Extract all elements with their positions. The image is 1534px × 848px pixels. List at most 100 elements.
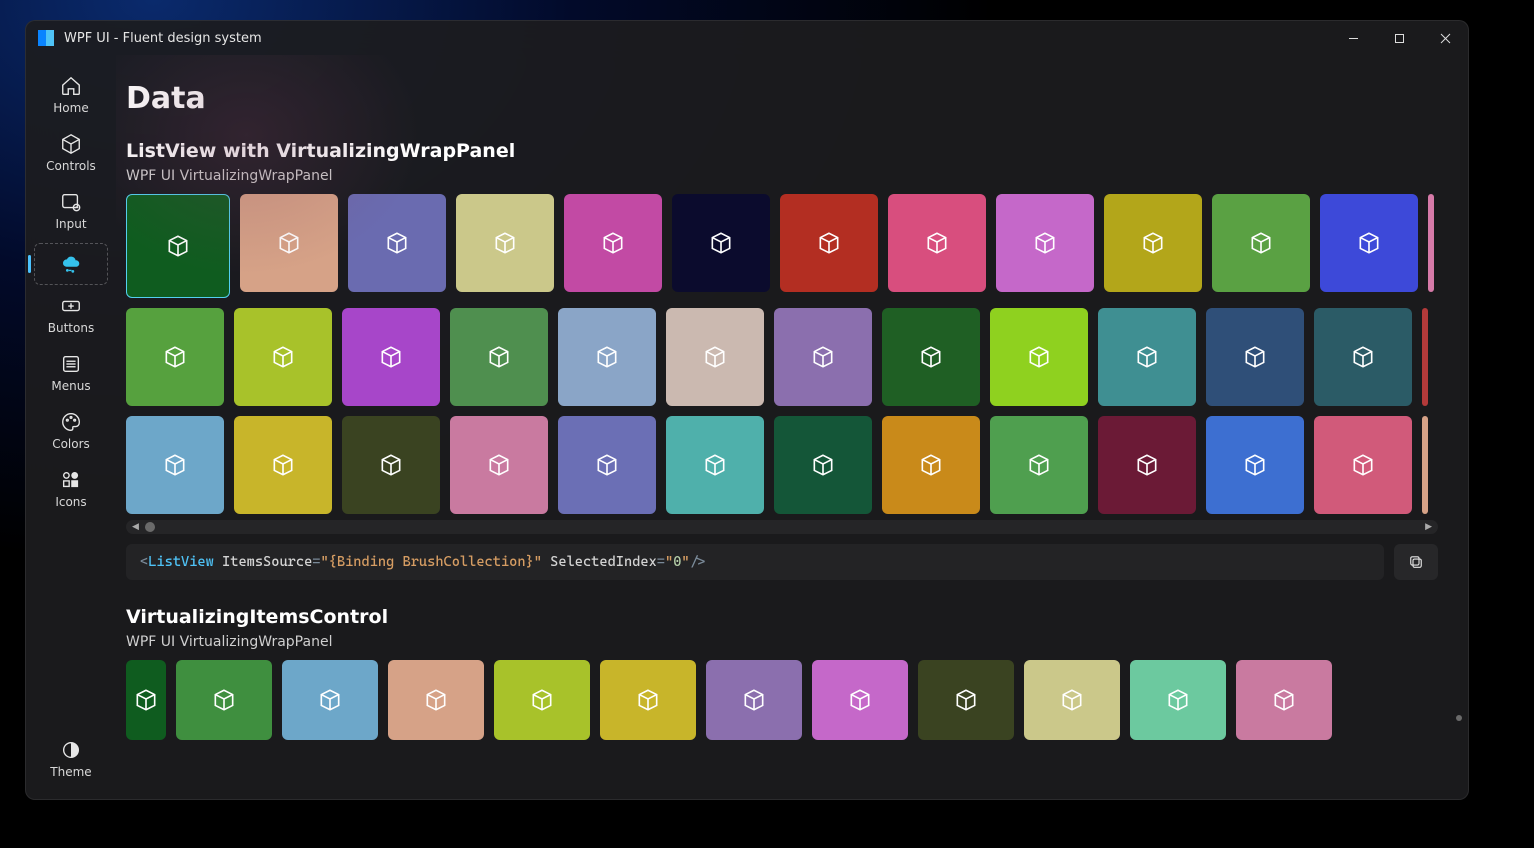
palette-icon (60, 411, 82, 433)
swatch-item[interactable] (706, 660, 802, 740)
swatch-item[interactable] (1314, 308, 1412, 406)
scroll-thumb[interactable] (145, 522, 155, 532)
sidebar-item-controls[interactable]: Controls (34, 127, 108, 181)
input-icon (60, 191, 82, 213)
swatch-item[interactable] (882, 308, 980, 406)
swatch-item[interactable] (450, 416, 548, 514)
swatch-item[interactable] (348, 194, 446, 292)
swatch-item[interactable] (666, 308, 764, 406)
swatch-item[interactable] (1212, 194, 1310, 292)
swatch-item[interactable] (450, 308, 548, 406)
sidebar-item-label: Menus (51, 379, 90, 393)
swatch-item[interactable] (1130, 660, 1226, 740)
sidebar-item-label: Icons (55, 495, 86, 509)
swatch-item[interactable] (812, 660, 908, 740)
cube-icon (60, 133, 82, 155)
swatch-item[interactable] (1422, 416, 1428, 514)
sidebar-item-buttons[interactable]: Buttons (34, 289, 108, 343)
swatch-item[interactable] (1422, 308, 1428, 406)
swatch-item[interactable] (558, 308, 656, 406)
sidebar-item-menus[interactable]: Menus (34, 347, 108, 401)
app-window: WPF UI - Fluent design system Home (25, 20, 1469, 800)
swatch-item[interactable] (1104, 194, 1202, 292)
swatch-item[interactable] (126, 194, 230, 298)
swatch-item[interactable] (564, 194, 662, 292)
sidebar-item-home[interactable]: Home (34, 69, 108, 123)
swatch-item[interactable] (388, 660, 484, 740)
swatch-item[interactable] (666, 416, 764, 514)
swatch-item[interactable] (456, 194, 554, 292)
home-icon (60, 75, 82, 97)
horizontal-scrollbar[interactable]: ◀ ▶ (126, 520, 1438, 534)
swatch-item[interactable] (234, 308, 332, 406)
sidebar-item-data[interactable] (34, 243, 108, 285)
titlebar[interactable]: WPF UI - Fluent design system (26, 21, 1468, 55)
swatch-item[interactable] (600, 660, 696, 740)
swatch-item[interactable] (1206, 308, 1304, 406)
swatch-item[interactable] (494, 660, 590, 740)
listview-swatch-grid[interactable] (126, 194, 1438, 514)
sidebar-item-label: Theme (50, 765, 91, 779)
swatch-item[interactable] (126, 416, 224, 514)
swatch-item[interactable] (774, 416, 872, 514)
swatch-item[interactable] (990, 308, 1088, 406)
swatch-item[interactable] (780, 194, 878, 292)
sidebar-item-icons[interactable]: Icons (34, 463, 108, 517)
scroll-left-icon[interactable]: ◀ (132, 522, 139, 532)
swatch-item[interactable] (240, 194, 338, 292)
scroll-right-icon[interactable]: ▶ (1425, 522, 1432, 532)
swatch-item[interactable] (990, 416, 1088, 514)
swatch-item[interactable] (918, 660, 1014, 740)
copy-code-button[interactable] (1394, 544, 1438, 580)
section-subtitle: WPF UI VirtualizingWrapPanel (126, 168, 1438, 184)
swatch-item[interactable] (672, 194, 770, 292)
swatch-item[interactable] (1098, 308, 1196, 406)
swatch-item[interactable] (1206, 416, 1304, 514)
app-logo-icon (38, 30, 54, 46)
swatch-item[interactable] (342, 416, 440, 514)
sidebar-item-label: Colors (52, 437, 90, 451)
swatch-item[interactable] (1024, 660, 1120, 740)
sidebar-item-input[interactable]: Input (34, 185, 108, 239)
sidebar: Home Controls Input (26, 55, 116, 799)
swatch-item[interactable] (234, 416, 332, 514)
swatch-item[interactable] (996, 194, 1094, 292)
window-title: WPF UI - Fluent design system (64, 31, 262, 46)
swatch-item[interactable] (126, 308, 224, 406)
shapes-icon (60, 469, 82, 491)
swatch-item[interactable] (342, 308, 440, 406)
swatch-item[interactable] (282, 660, 378, 740)
code-snippet[interactable]: <ListView ItemsSource="{Binding BrushCol… (126, 544, 1384, 580)
section-heading-listview: ListView with VirtualizingWrapPanel (126, 140, 1438, 162)
sidebar-item-label: Buttons (48, 321, 94, 335)
cloud-data-icon (60, 253, 82, 275)
sidebar-item-label: Controls (46, 159, 96, 173)
swatch-item[interactable] (176, 660, 272, 740)
content-area: Data ListView with VirtualizingWrapPanel… (116, 55, 1468, 799)
itemscontrol-swatch-row[interactable] (126, 660, 1438, 740)
page-title: Data (126, 81, 1438, 116)
button-icon (60, 295, 82, 317)
swatch-item[interactable] (1320, 194, 1418, 292)
maximize-button[interactable] (1376, 21, 1422, 55)
section-subtitle: WPF UI VirtualizingWrapPanel (126, 634, 1438, 650)
sidebar-item-label: Home (53, 101, 88, 115)
swatch-item[interactable] (1236, 660, 1332, 740)
close-button[interactable] (1422, 21, 1468, 55)
swatch-item[interactable] (882, 416, 980, 514)
swatch-item[interactable] (126, 660, 166, 740)
swatch-item[interactable] (888, 194, 986, 292)
minimize-button[interactable] (1330, 21, 1376, 55)
sidebar-item-label: Input (55, 217, 86, 231)
vertical-scroll-indicator[interactable] (1456, 715, 1462, 721)
swatch-item[interactable] (774, 308, 872, 406)
swatch-item[interactable] (1314, 416, 1412, 514)
theme-icon (60, 739, 82, 761)
sidebar-item-colors[interactable]: Colors (34, 405, 108, 459)
swatch-item[interactable] (558, 416, 656, 514)
menu-icon (60, 353, 82, 375)
section-heading-virtualizing: VirtualizingItemsControl (126, 606, 1438, 628)
swatch-item[interactable] (1428, 194, 1434, 292)
sidebar-item-theme[interactable]: Theme (34, 733, 108, 787)
swatch-item[interactable] (1098, 416, 1196, 514)
